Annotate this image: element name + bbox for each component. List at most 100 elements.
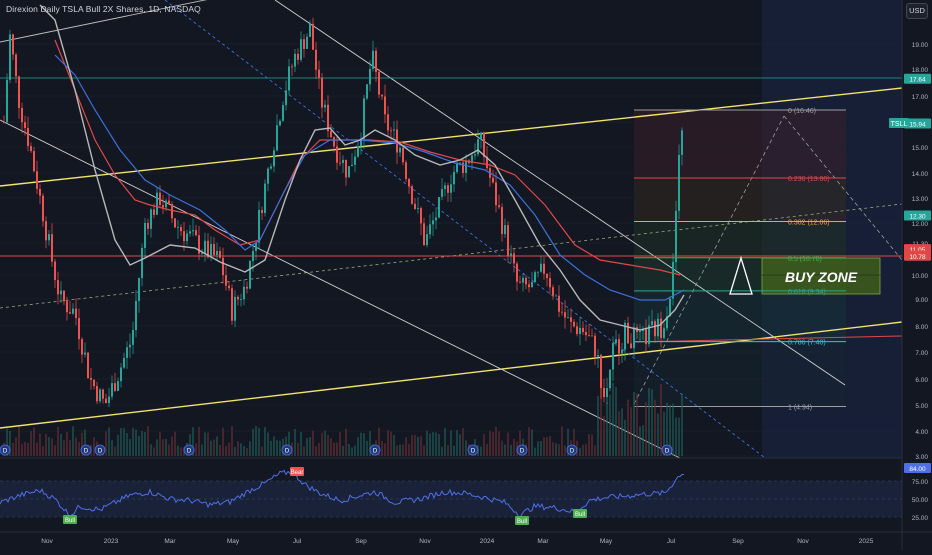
volume-bar bbox=[588, 434, 590, 456]
candle-body bbox=[300, 39, 302, 60]
volume-bar bbox=[606, 402, 608, 456]
volume-bar bbox=[630, 407, 632, 456]
price-tick: 4.00 bbox=[915, 429, 928, 436]
candle-body bbox=[498, 205, 500, 208]
candle-body bbox=[78, 318, 80, 340]
candle-body bbox=[363, 98, 365, 139]
volume-bar bbox=[417, 436, 419, 456]
chart-area[interactable]: 0 (16.46) 0.236 (13.80) 0.382 (12.06) 0.5 (… bbox=[0, 0, 932, 550]
volume-bar bbox=[132, 427, 134, 456]
fib-zone-0-0236 bbox=[634, 110, 846, 180]
candle-body bbox=[477, 139, 479, 155]
volume-bar bbox=[549, 436, 551, 456]
volume-bar bbox=[582, 444, 584, 456]
volume-bar bbox=[48, 437, 50, 456]
volume-bar bbox=[384, 443, 386, 456]
volume-bar bbox=[429, 433, 431, 456]
volume-bar bbox=[627, 399, 629, 456]
volume-bar bbox=[24, 441, 26, 456]
candle-body bbox=[645, 328, 647, 345]
candle-body bbox=[153, 209, 155, 215]
volume-bar bbox=[231, 426, 233, 456]
currency-button[interactable]: USD bbox=[906, 3, 928, 19]
rsi-tick: 75.00 bbox=[912, 479, 929, 486]
fib-zone-0618-0786 bbox=[634, 293, 846, 343]
candle-body bbox=[12, 34, 14, 55]
volume-bar bbox=[603, 416, 605, 456]
candle-body bbox=[621, 349, 623, 354]
rsi-signal-label: Bull bbox=[65, 518, 75, 524]
volume-bar bbox=[438, 433, 440, 456]
candle-body bbox=[162, 205, 164, 208]
candle-body bbox=[324, 104, 326, 108]
time-tick: Sep bbox=[732, 538, 744, 545]
candle-body bbox=[24, 122, 26, 128]
rsi-tick: 25.00 bbox=[912, 515, 929, 522]
candle-body bbox=[651, 321, 653, 325]
volume-bar bbox=[168, 444, 170, 456]
candle-body bbox=[402, 147, 404, 163]
candle-body bbox=[225, 275, 227, 286]
volume-bar bbox=[540, 441, 542, 456]
dividend-marker-label: D bbox=[84, 449, 89, 455]
volume-bar bbox=[621, 408, 623, 456]
candle-body bbox=[330, 131, 332, 138]
candle-body bbox=[429, 224, 431, 235]
candle-body bbox=[447, 185, 449, 193]
volume-bar bbox=[42, 446, 44, 456]
symbol-title[interactable]: Direxion Daily TSLA Bull 2X Shares, 1D, … bbox=[6, 4, 201, 14]
volume-bar bbox=[387, 430, 389, 456]
candle-body bbox=[654, 321, 656, 337]
volume-bar bbox=[252, 428, 254, 456]
candle-body bbox=[342, 159, 344, 164]
volume-bar bbox=[456, 430, 458, 456]
candle-body bbox=[246, 286, 248, 289]
candle-body bbox=[591, 335, 593, 337]
candle-body bbox=[543, 263, 545, 274]
volume-bar bbox=[645, 402, 647, 456]
fib-level-label: 0.618 (9.34) bbox=[788, 289, 826, 296]
chart-canvas[interactable]: 0 (16.46) 0.236 (13.80) 0.382 (12.06) 0.5 (… bbox=[0, 0, 932, 550]
fib-zone-0382-05 bbox=[634, 224, 846, 257]
volume-bar bbox=[633, 391, 635, 456]
fib-level-label: 1 (4.94) bbox=[788, 405, 812, 412]
volume-bar bbox=[120, 428, 122, 456]
volume-bar bbox=[342, 445, 344, 456]
volume-bar bbox=[615, 387, 617, 456]
volume-bar bbox=[279, 440, 281, 456]
candle-body bbox=[84, 352, 86, 355]
candle-body bbox=[66, 301, 68, 313]
volume-bar bbox=[75, 437, 77, 456]
volume-bar bbox=[405, 437, 407, 456]
candle-body bbox=[69, 312, 71, 314]
candle-body bbox=[105, 398, 107, 404]
candle-body bbox=[348, 166, 350, 178]
candle-body bbox=[465, 160, 467, 173]
volume-bar bbox=[330, 438, 332, 456]
candle-body bbox=[90, 378, 92, 380]
candle-body bbox=[594, 335, 596, 357]
candle-body bbox=[177, 226, 179, 228]
volume-bar bbox=[486, 443, 488, 456]
volume-bar bbox=[348, 443, 350, 456]
candle-body bbox=[111, 383, 113, 397]
price-badge-label: 10.78 bbox=[909, 254, 926, 261]
candle-body bbox=[540, 263, 542, 272]
volume-bar bbox=[318, 442, 320, 456]
volume-bar bbox=[264, 427, 266, 456]
volume-bar bbox=[390, 431, 392, 456]
candle-body bbox=[123, 357, 125, 368]
time-tick: Sep bbox=[355, 538, 367, 545]
candle-body bbox=[627, 322, 629, 344]
candle-body bbox=[216, 251, 218, 256]
volume-bar bbox=[105, 431, 107, 456]
candle-body bbox=[63, 290, 65, 302]
volume-bar bbox=[51, 438, 53, 456]
candle-body bbox=[432, 220, 434, 225]
candle-body bbox=[663, 328, 665, 338]
candle-body bbox=[33, 151, 35, 172]
candle-body bbox=[195, 230, 197, 236]
candle-body bbox=[354, 156, 356, 165]
volume-bar bbox=[435, 432, 437, 456]
volume-bar bbox=[354, 445, 356, 456]
